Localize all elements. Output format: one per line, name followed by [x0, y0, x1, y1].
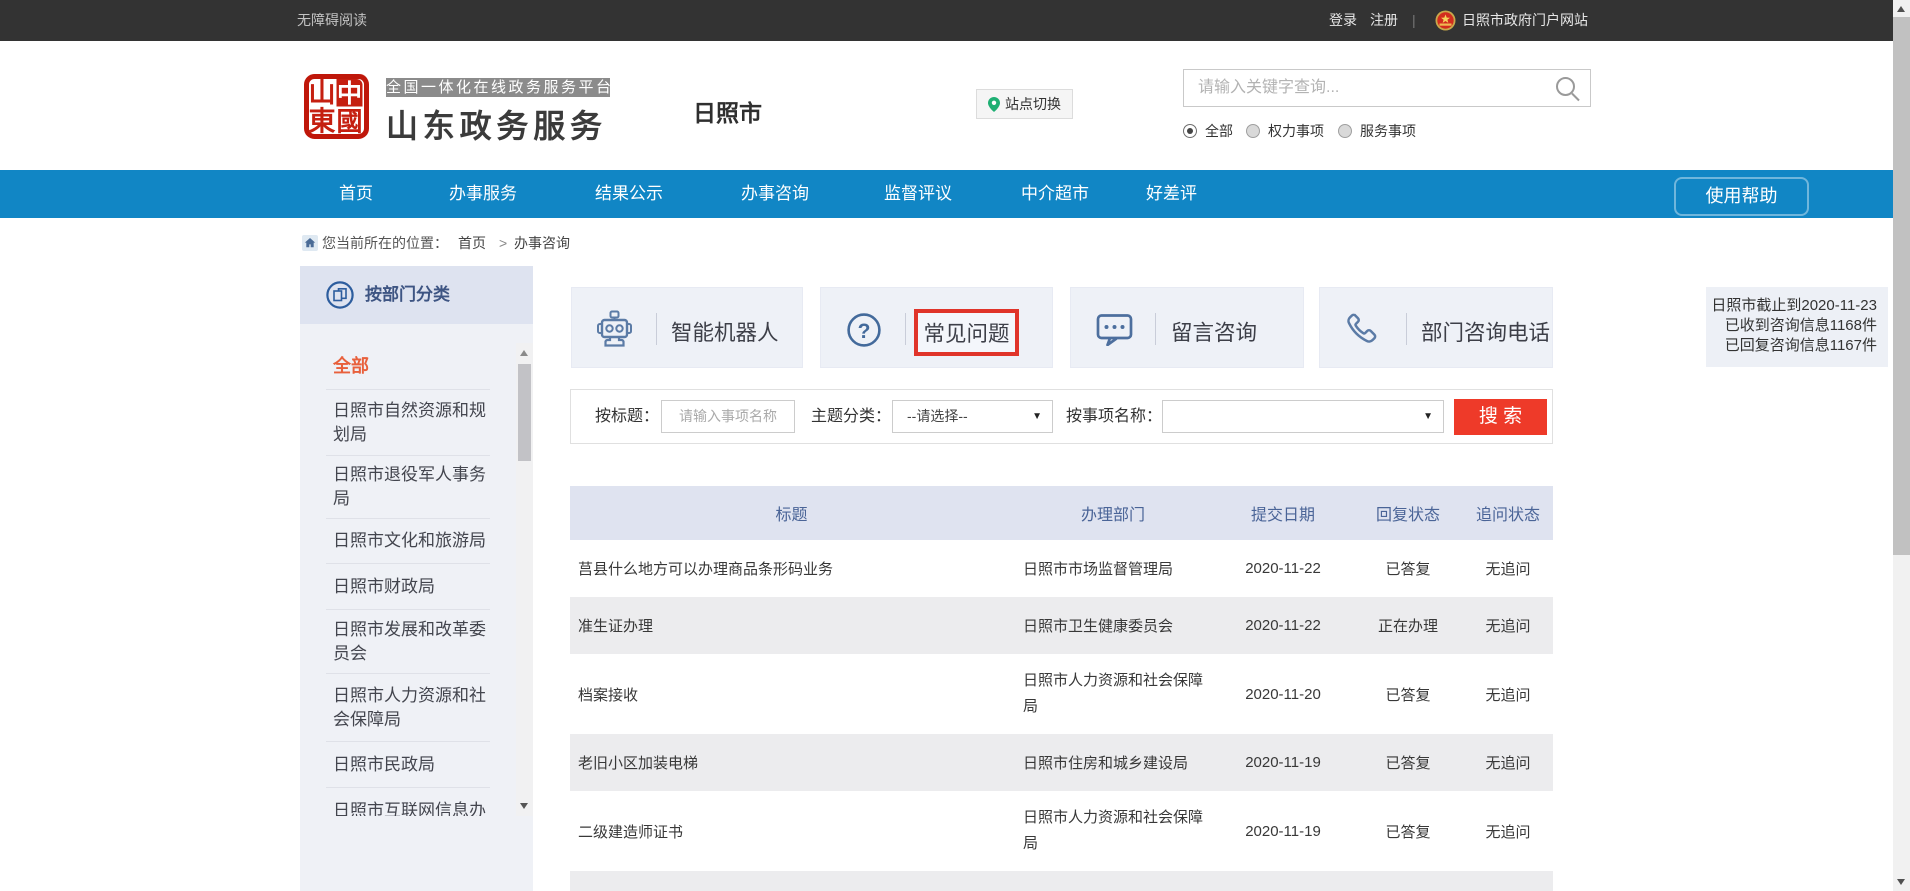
svg-text:國: 國 [336, 107, 362, 137]
svg-text:中: 中 [337, 80, 362, 108]
svg-text:?: ? [858, 320, 871, 343]
svg-text:山: 山 [309, 78, 336, 108]
svg-text:東: 東 [309, 107, 336, 137]
